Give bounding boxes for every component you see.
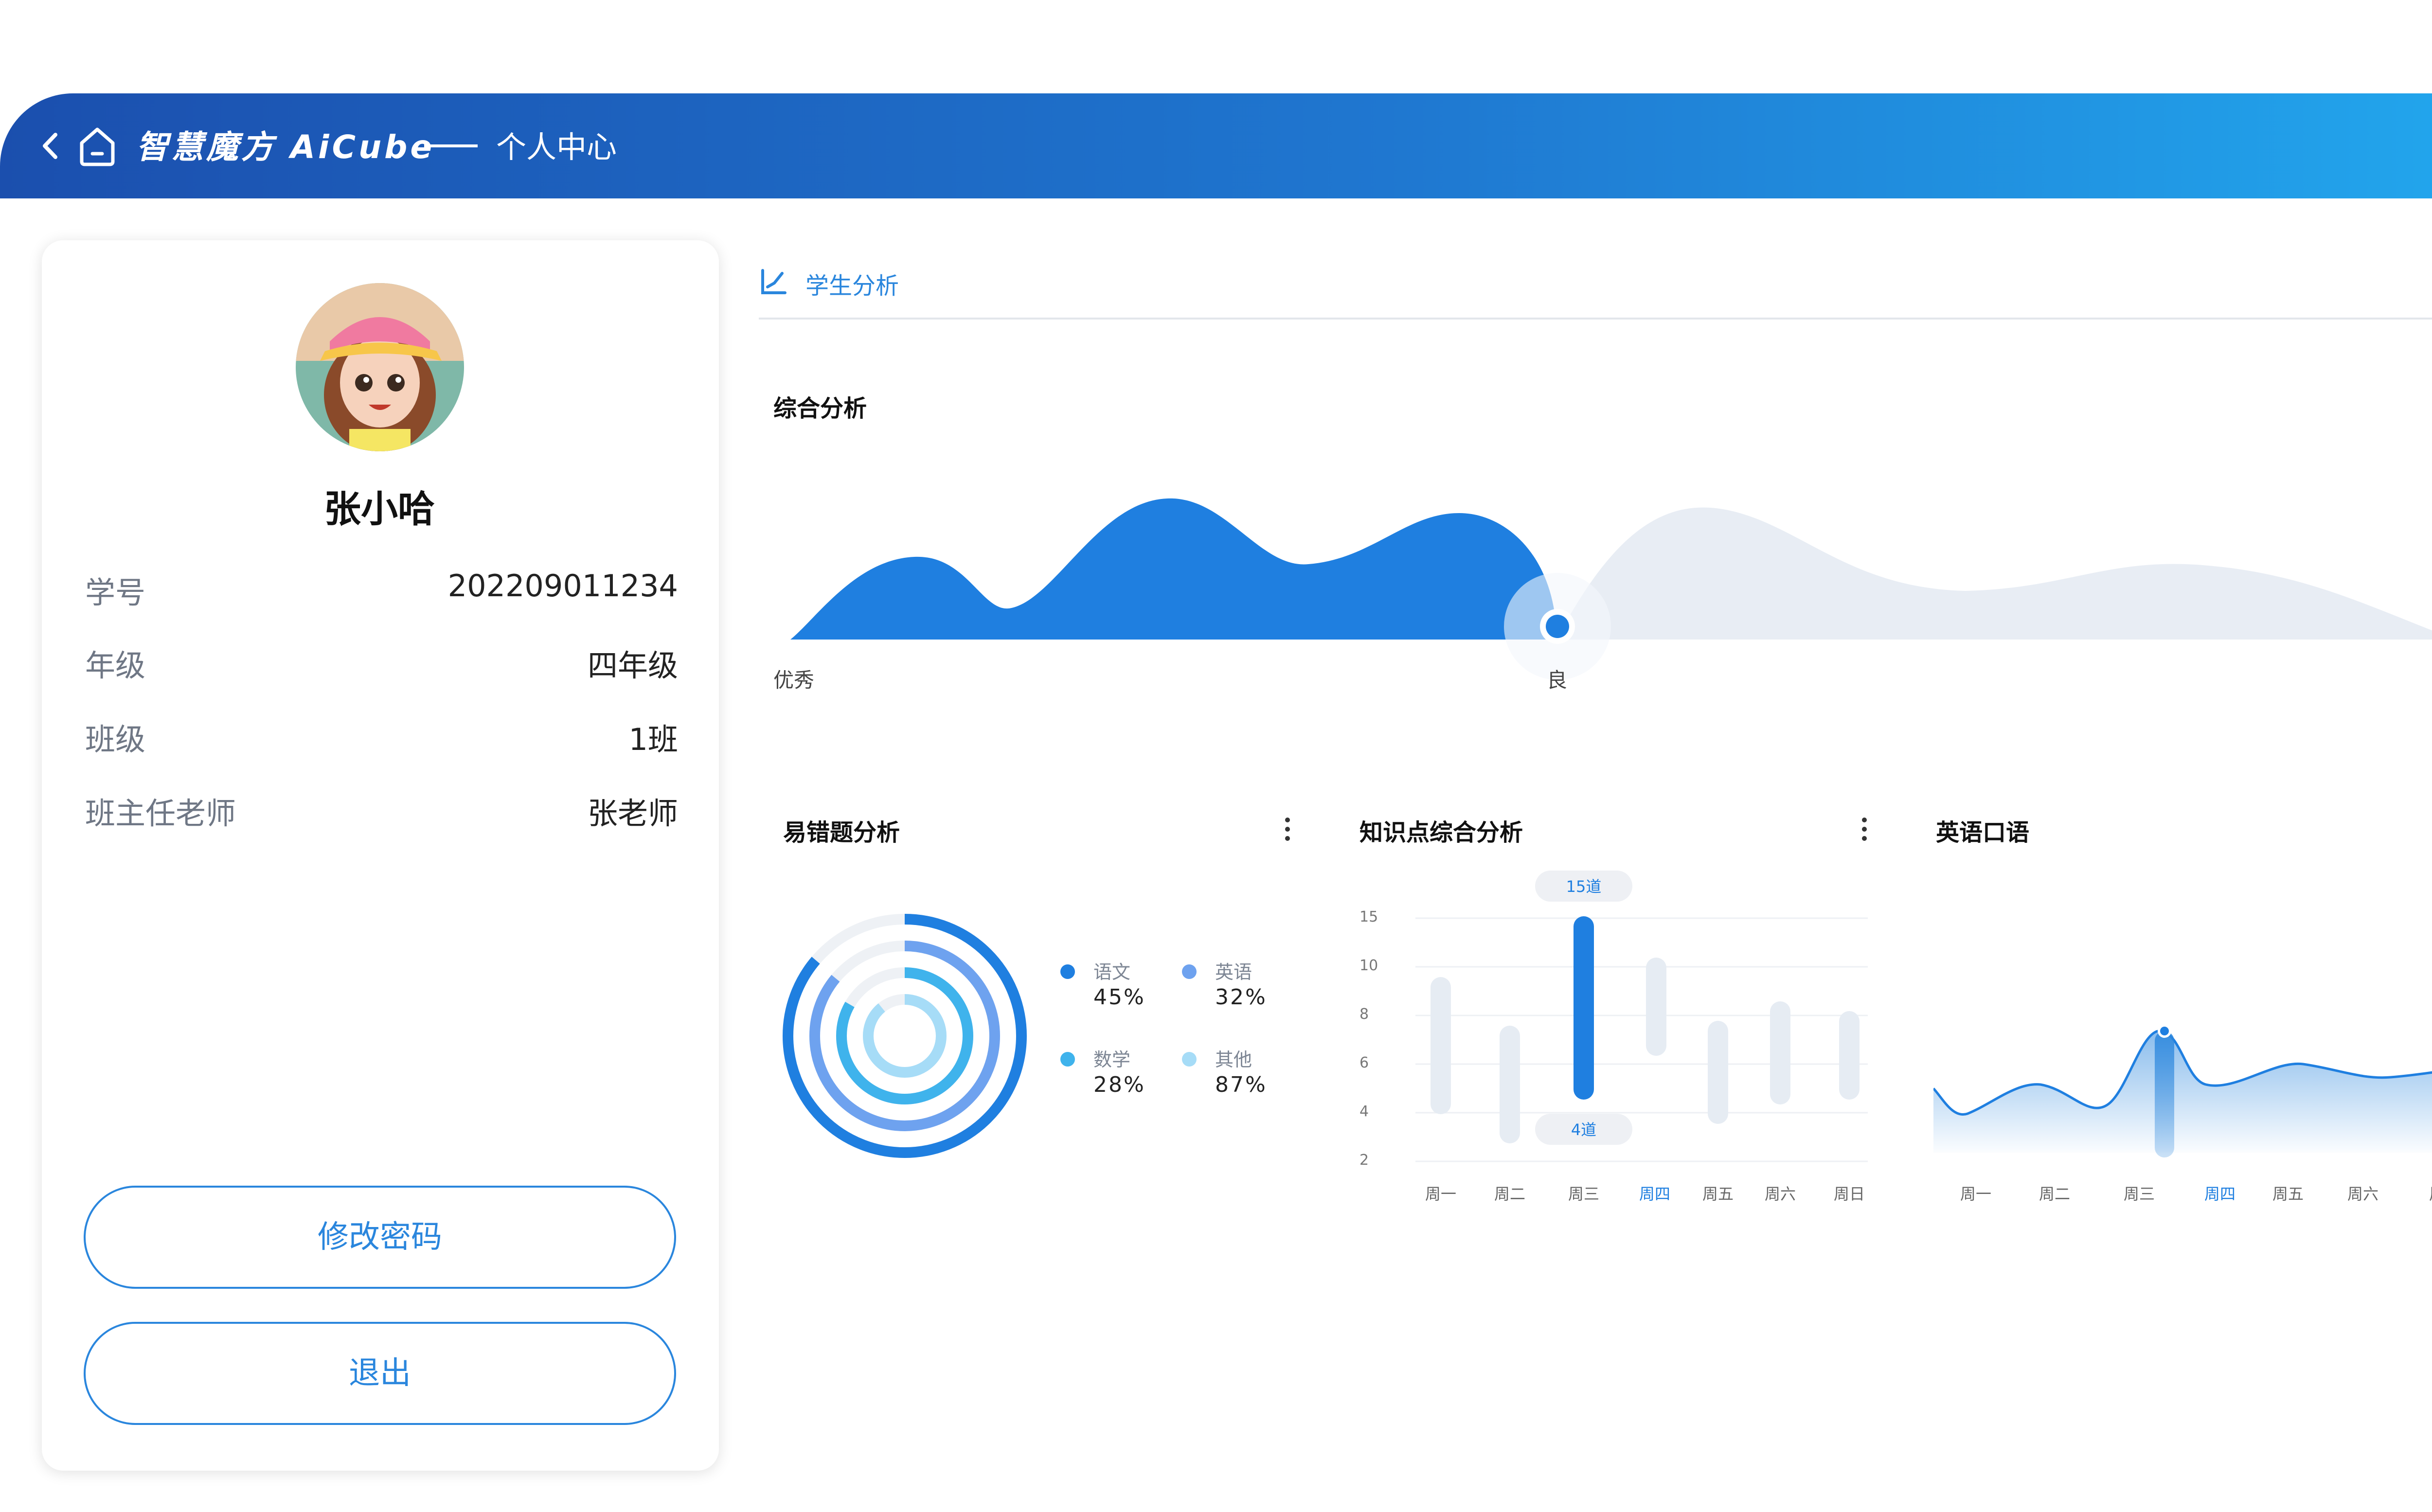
- chart-line-icon: [759, 267, 788, 297]
- legend-dot-math: [1060, 1052, 1075, 1067]
- y-tick: 8: [1359, 1006, 1369, 1023]
- y-tick: 10: [1359, 957, 1378, 974]
- legend-math-pct: 28%: [1093, 1072, 1145, 1097]
- legend-other-name: 其他: [1215, 1049, 1252, 1070]
- x-label-wed: 周三: [1568, 1185, 1600, 1203]
- legend-other-pct: 87%: [1215, 1072, 1267, 1097]
- legend-chinese-name: 语文: [1093, 961, 1131, 983]
- x-label-fri: 周五: [1702, 1185, 1734, 1203]
- x-label-tue: 周二: [2039, 1185, 2071, 1203]
- overall-achieved-area: [790, 498, 1556, 640]
- grade-value: 四年级: [587, 648, 678, 683]
- x-label-wed: 周三: [2124, 1185, 2155, 1203]
- legend-dot-chinese: [1060, 964, 1075, 979]
- x-label-sat: 周六: [2347, 1185, 2379, 1203]
- legend-english-pct: 32%: [1215, 985, 1267, 1010]
- x-label-tue: 周二: [1494, 1185, 1526, 1203]
- teacher-value: 张老师: [587, 796, 678, 831]
- title-separator: [424, 144, 478, 147]
- legend-dot-other: [1182, 1052, 1197, 1067]
- x-label-mon: 周一: [1960, 1185, 1992, 1203]
- english-oral-title: 英语口语: [1936, 819, 2030, 846]
- mistakes-title: 易错题分析: [783, 819, 900, 846]
- knowledge-bar-chart: [1415, 871, 1868, 1162]
- grade-label: 年级: [85, 648, 146, 683]
- top-badge: 15道: [1566, 877, 1602, 896]
- knowledge-title: 知识点综合分析: [1359, 819, 1523, 846]
- legend-english-name: 英语: [1215, 961, 1252, 983]
- overall-analysis-title: 综合分析: [773, 395, 867, 422]
- legend-chinese-pct: 45%: [1093, 985, 1145, 1010]
- brand-title: 智慧魔方 AiCube: [136, 128, 435, 166]
- section-title[interactable]: 学生分析: [805, 267, 899, 301]
- legend-dot-english: [1182, 964, 1197, 979]
- change-password-button[interactable]: 修改密码: [84, 1186, 676, 1289]
- logout-button[interactable]: 退出: [84, 1322, 676, 1425]
- home-icon[interactable]: [73, 122, 122, 170]
- overall-analysis-chart: [790, 498, 2432, 680]
- english-oral-line-chart: [1933, 1024, 2432, 1157]
- x-label-sun: 周日: [2429, 1182, 2432, 1204]
- bottom-badge: 4道: [1571, 1121, 1597, 1139]
- teacher-label: 班主任老师: [85, 796, 236, 831]
- student-id-label: 学号: [85, 575, 146, 610]
- student-name: 张小哈: [324, 487, 435, 531]
- more-vertical-icon[interactable]: [1857, 812, 1872, 846]
- avatar: [296, 283, 464, 451]
- x-label-sun: 周日: [1834, 1185, 1865, 1203]
- section-divider: [759, 318, 2432, 320]
- x-label-thu[interactable]: 周四: [2204, 1182, 2235, 1204]
- legend-math-name: 数学: [1093, 1049, 1131, 1070]
- y-tick: 15: [1359, 908, 1378, 925]
- mistakes-ring-chart: [783, 914, 1027, 1158]
- y-tick: 6: [1359, 1054, 1369, 1071]
- student-id-value: 202209011234: [447, 568, 678, 604]
- scale-label-excellent: 优秀: [773, 668, 815, 692]
- x-label-fri: 周五: [2272, 1185, 2304, 1203]
- overall-remaining-area: [1556, 507, 2432, 640]
- scale-label-good: 良: [1547, 668, 1568, 692]
- y-tick: 2: [1359, 1152, 1369, 1169]
- class-label: 班级: [85, 722, 146, 757]
- y-tick: 4: [1359, 1103, 1369, 1120]
- chevron-left-icon[interactable]: [34, 124, 68, 168]
- x-label-thu[interactable]: 周四: [1639, 1182, 1670, 1204]
- more-vertical-icon[interactable]: [1280, 812, 1295, 846]
- page-title: 个人中心: [496, 129, 617, 165]
- class-value: 1班: [628, 722, 678, 757]
- x-label-mon: 周一: [1425, 1185, 1457, 1203]
- x-label-sat: 周六: [1765, 1185, 1796, 1203]
